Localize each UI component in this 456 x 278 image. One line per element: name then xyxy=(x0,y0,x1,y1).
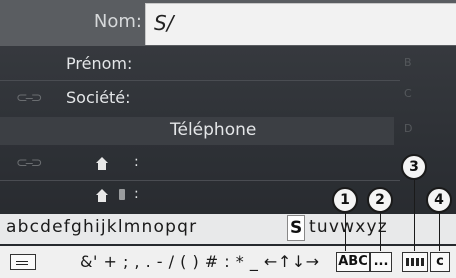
row-separator xyxy=(0,80,400,81)
language-icon xyxy=(406,258,424,266)
callout-4: 4 xyxy=(426,187,452,213)
callout-3: 3 xyxy=(401,154,427,180)
name-label: Nom: xyxy=(93,11,142,32)
callout-line xyxy=(414,176,415,251)
alpha-letter: C xyxy=(404,87,412,100)
special-character-list[interactable]: &' + ; , . - / ( ) # : * _ ←↑↓→ xyxy=(80,252,320,271)
home-icon xyxy=(96,189,108,205)
alpha-letter: D xyxy=(404,122,413,135)
callout-2: 2 xyxy=(367,187,393,213)
phone-header-label: Téléphone xyxy=(170,120,257,140)
name-row: Nom: S/ xyxy=(0,0,456,46)
company-label[interactable]: Société: xyxy=(66,88,131,107)
callout-1: 1 xyxy=(332,187,358,213)
alpha-letter: B xyxy=(404,56,412,69)
address-book-entry-screen: Nom: S/ B C D Prénom: ⊂⎯⊃ Société: Télép… xyxy=(0,0,456,278)
home-icon xyxy=(96,157,108,173)
contact-card-icon: ⊂⎯⊃ xyxy=(16,155,43,171)
home-field-colon[interactable]: : xyxy=(134,154,139,170)
control-bar: &' + ; , . - / ( ) # : * _ ←↑↓→ ABC ... … xyxy=(0,246,456,278)
contact-card-icon: ⊂⎯⊃ xyxy=(16,90,43,106)
character-bar: abcdefghijklmnopqr S tuvwxyz xyxy=(0,214,456,244)
name-input[interactable]: S/ xyxy=(145,3,456,45)
delete-button[interactable]: c xyxy=(430,252,450,272)
callout-line xyxy=(439,211,440,251)
phone-icon xyxy=(119,189,125,200)
callout-line xyxy=(380,211,381,251)
firstname-label[interactable]: Prénom: xyxy=(66,54,132,73)
row-separator xyxy=(0,180,400,181)
selected-character-value: S xyxy=(290,218,303,238)
abc-case-button[interactable]: ABC xyxy=(336,252,370,272)
name-input-value: S/ xyxy=(154,11,174,35)
special-characters-button[interactable]: ... xyxy=(370,252,392,272)
character-list[interactable]: tuvwxyz xyxy=(309,217,388,237)
character-list[interactable]: abcdefghijklmnopqr xyxy=(6,217,197,237)
home-phone-field-colon[interactable]: : xyxy=(134,186,139,202)
phone-section-header: Téléphone xyxy=(0,117,394,145)
selected-character[interactable]: S xyxy=(287,215,305,241)
callout-line xyxy=(345,211,346,251)
back-button[interactable] xyxy=(10,254,36,270)
language-switch-button[interactable] xyxy=(402,252,428,272)
